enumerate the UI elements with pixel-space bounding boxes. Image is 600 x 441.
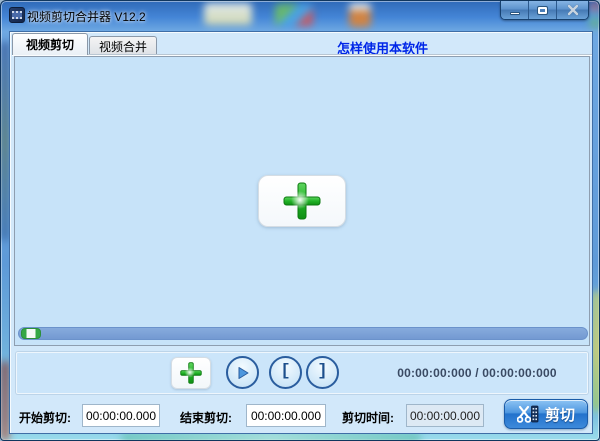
- play-icon: [238, 366, 248, 379]
- mark-start-button[interactable]: [: [269, 356, 302, 389]
- cut-duration-value: 00:00:00.000: [406, 404, 484, 427]
- window-title: 视频剪切合并器 V12.2: [27, 10, 146, 24]
- cut-duration-label: 剪切时间:: [342, 411, 394, 425]
- video-preview-panel: [14, 56, 590, 346]
- tab-video-cut-label: 视频剪切: [25, 38, 74, 52]
- scissors-film-icon: [516, 405, 539, 423]
- end-cut-label: 结束剪切:: [180, 411, 232, 425]
- minimize-icon: [509, 11, 520, 15]
- cut-button[interactable]: 剪切: [504, 399, 588, 429]
- bracket-open-icon: [: [280, 362, 291, 381]
- add-video-button[interactable]: [258, 175, 346, 227]
- minimize-button[interactable]: [501, 1, 529, 19]
- app-icon: [9, 7, 25, 23]
- desktop-blur-right-edge: [592, 291, 599, 411]
- tab-video-merge[interactable]: 视频合并: [89, 36, 157, 55]
- titlebar[interactable]: 视频剪切合并器 V12.2: [1, 1, 599, 31]
- tab-video-merge-label: 视频合并: [98, 39, 147, 54]
- play-button[interactable]: [226, 356, 259, 389]
- tabpage-edge: [12, 54, 592, 56]
- app-window: 视频剪切合并器 V12.2 视频剪切 视频合并 怎样使用本软件 [] 00:0…: [0, 0, 600, 441]
- maximize-button[interactable]: [529, 1, 557, 19]
- seek-slider-thumb[interactable]: [21, 328, 41, 339]
- close-icon: [566, 4, 579, 16]
- desktop-blur-bottom-edge: [121, 433, 421, 440]
- desktop-blur-left-bottom: [1, 361, 9, 440]
- client-area: 视频剪切 视频合并 怎样使用本软件 [] 00:00:00:000 / 00:…: [9, 31, 593, 434]
- maximize-icon: [537, 5, 548, 15]
- add-plus-icon: [180, 362, 202, 384]
- seek-slider-track[interactable]: [18, 327, 588, 340]
- mark-end-button[interactable]: ]: [306, 356, 339, 389]
- start-cut-label: 开始剪切:: [19, 411, 71, 425]
- player-toolbar: [ ] 00:00:00:000 / 00:00:00:000: [16, 352, 588, 394]
- bracket-close-icon: ]: [317, 362, 328, 381]
- caption-buttons: [500, 1, 589, 20]
- cut-button-label: 剪切: [544, 406, 575, 424]
- desktop-blur-left-edge: [1, 41, 9, 241]
- tab-video-cut[interactable]: 视频剪切: [12, 33, 88, 55]
- time-display: 00:00:00:000 / 00:00:00:000: [397, 366, 557, 380]
- start-cut-input[interactable]: [82, 404, 160, 427]
- end-cut-input[interactable]: [246, 404, 326, 427]
- add-video-plus-icon: [283, 182, 321, 220]
- toolbar-add-button[interactable]: [171, 357, 211, 389]
- close-button[interactable]: [557, 1, 588, 19]
